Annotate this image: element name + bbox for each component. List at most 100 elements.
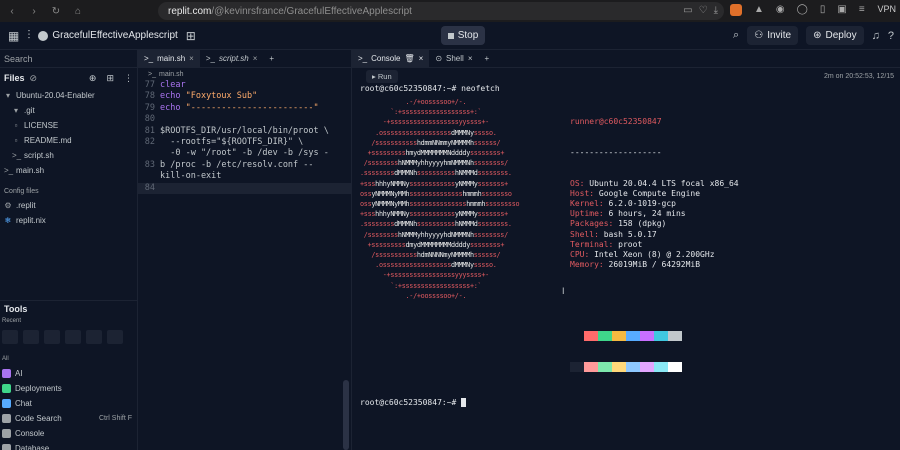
url-host: replit.com [168, 5, 212, 17]
recent-tool[interactable] [65, 330, 81, 344]
palette-swatch [640, 331, 654, 342]
file-tree-item[interactable]: ▾ .git [0, 103, 137, 118]
palette-swatch [584, 331, 598, 342]
line-number: 81 [144, 125, 155, 136]
code-line: 84 [138, 182, 351, 195]
code-line: 77 clear [138, 80, 351, 91]
info-row: OS: Ubuntu 20.04.4 LTS focal x86_64 [570, 179, 739, 189]
tool-item[interactable]: Database [0, 441, 138, 450]
back-icon[interactable]: ‹ [6, 6, 18, 17]
search-icon[interactable]: ⌕ [733, 29, 739, 42]
editor-scrollbar[interactable] [343, 380, 349, 450]
file-tree-item[interactable]: ▫ LICENSE [0, 118, 137, 133]
trash-icon[interactable]: 🗑 [404, 54, 414, 63]
info-value: 6.2.0-1019-gcp [608, 199, 676, 209]
info-value: 26019MiB / 64292MiB [608, 260, 701, 270]
close-icon[interactable]: × [253, 54, 258, 63]
tool-item[interactable]: AI [0, 366, 138, 381]
recent-tool[interactable] [107, 330, 123, 344]
history-icon[interactable]: ⊘ [30, 73, 38, 84]
tool-icon [2, 444, 11, 450]
vpn-button[interactable]: VPN [877, 4, 896, 14]
info-colon: : [584, 250, 595, 260]
layout-icon[interactable]: ⊞ [186, 29, 196, 43]
run-button[interactable]: ▸ Run [366, 69, 398, 83]
file-name: Ubuntu-20.04-Enabler [16, 91, 95, 100]
recent-tool[interactable] [2, 330, 18, 344]
run-label: Run [377, 71, 392, 81]
new-folder-icon[interactable]: ⊞ [106, 73, 114, 84]
file-tree-item[interactable]: >_ main.sh [0, 163, 137, 178]
tool-item[interactable]: Console [0, 426, 138, 441]
editor-pane: >_ main.sh × >_ script.sh × + >_ main.sh 77 cle… [138, 49, 352, 450]
line-text: -0 -w "/root" -b /dev -b /sys - [160, 148, 329, 159]
repl-avatar [38, 30, 49, 41]
location-icon[interactable]: ◉ [776, 4, 785, 16]
more-icon[interactable]: ⋮ [124, 73, 133, 84]
editor-tab[interactable]: >_ main.sh × [138, 49, 200, 68]
console-tab[interactable]: ⊙ Shell × [429, 50, 478, 68]
config-file-item[interactable]: ⚙ .replit [0, 198, 137, 213]
code-editor[interactable]: 77 clear 78 echo "Foxytoux Sub" 79 echo "----… [138, 80, 351, 195]
stop-button[interactable]: Stop [441, 26, 485, 45]
palette-swatch [626, 331, 640, 342]
add-tab-icon[interactable]: + [478, 50, 495, 68]
profile-icon[interactable]: ◯ [797, 4, 808, 16]
code-token: clear [160, 80, 186, 90]
search-input[interactable]: Search [0, 50, 137, 68]
file-tree-item[interactable]: >_ script.sh [0, 148, 137, 163]
help-icon[interactable]: ? [888, 30, 894, 42]
file-tree-item[interactable]: ▫ README.md [0, 133, 137, 148]
close-icon[interactable]: × [419, 54, 424, 63]
sidebar-toggle-icon[interactable]: ▯ [820, 4, 826, 16]
invite-label: Invite [767, 30, 792, 41]
tool-item[interactable]: Chat [0, 396, 138, 411]
line-text: $ROOTFS_DIR/usr/local/bin/proot \ [160, 126, 329, 137]
console-tab[interactable]: >_ Console 🗑 × [352, 49, 430, 68]
forward-icon[interactable]: › [28, 6, 40, 17]
tool-label: Code Search [15, 414, 62, 423]
close-icon[interactable]: × [468, 54, 473, 63]
recent-tools [2, 330, 123, 344]
config-file-item[interactable]: ❄ replit.nix [0, 213, 137, 228]
invite-button[interactable]: ⚇ Invite [747, 26, 799, 45]
screen-icon[interactable]: ▭ [683, 5, 692, 16]
file-tree-item[interactable]: ▾ Ubuntu-20.04-Enabler [0, 88, 137, 103]
recent-tool[interactable] [86, 330, 102, 344]
close-icon[interactable]: × [189, 54, 194, 63]
triangle-icon[interactable]: ▲ [754, 4, 764, 16]
reload-icon[interactable]: ↻ [50, 6, 62, 17]
gear-icon: ⚙ [4, 201, 12, 210]
info-rows: OS: Ubuntu 20.04.4 LTS focal x86_64 Host:… [570, 179, 739, 271]
files-header: Files ⊘ ⊕ ⊞ ⋮ [0, 68, 137, 88]
tool-item[interactable]: Deployments [0, 381, 138, 396]
wallet-icon[interactable]: ▣ [837, 4, 846, 16]
download-icon[interactable]: ⤓ [714, 5, 718, 16]
bookmark-icon[interactable]: ♡ [699, 5, 708, 16]
replit-logo-icon[interactable]: ⫶ [27, 28, 30, 43]
info-value: Ubuntu 20.04.4 LTS focal x86_64 [589, 178, 739, 188]
terminal-output[interactable]: root@c60c52350847:~# neofetch .-/+oossss… [352, 84, 900, 411]
recent-tool[interactable] [44, 330, 60, 344]
repl-name[interactable]: GracefulEffectiveApplescript [38, 30, 178, 41]
code-token: kill-on-exit [160, 171, 222, 182]
palette-swatch [612, 361, 626, 372]
deploy-button[interactable]: ⊛ Deploy [806, 26, 864, 45]
code-line: 78 echo "Foxytoux Sub" [138, 91, 351, 102]
brave-shield-icon[interactable] [730, 4, 742, 16]
terminal-prompt: root@c60c52350847:~# [360, 398, 900, 411]
editor-tab[interactable]: >_ script.sh × [200, 50, 264, 68]
home-icon[interactable]: ⌂ [72, 6, 84, 17]
new-file-icon[interactable]: ⊕ [89, 73, 97, 84]
recent-tool[interactable] [23, 330, 39, 344]
bell-icon[interactable]: ♫ [872, 30, 880, 42]
sidebar-toggle-icon[interactable]: ▦ [8, 29, 19, 43]
palette-swatch [654, 331, 668, 342]
add-tab-icon[interactable]: + [263, 50, 280, 68]
tool-item[interactable]: Code Search Ctrl Shift F [0, 411, 138, 426]
menu-icon[interactable]: ≡ [859, 4, 865, 16]
tool-icon [2, 429, 11, 438]
info-value: bash 5.0.17 [603, 229, 657, 239]
address-bar[interactable]: replit.com /@kevinrsfrance/GracefulEffec… [158, 2, 724, 20]
info-colon: : [608, 239, 619, 249]
